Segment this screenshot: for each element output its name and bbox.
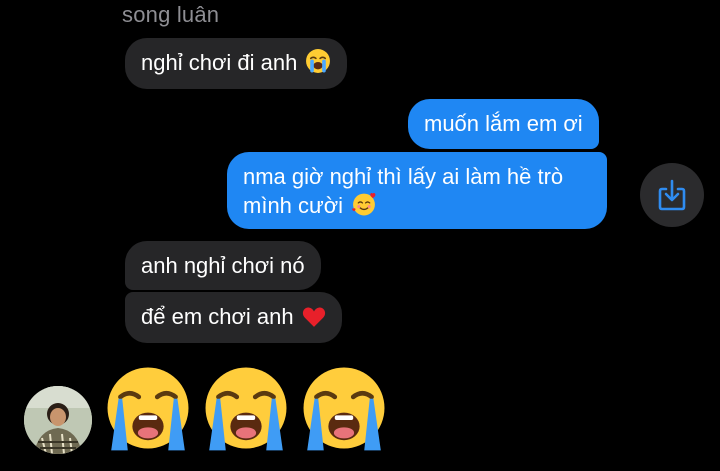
big-emoji-message[interactable] bbox=[102, 362, 390, 454]
loudly-crying-face-icon bbox=[205, 367, 287, 451]
message-bubble-incoming[interactable]: để em chơi anh bbox=[125, 292, 342, 343]
loudly-crying-face-icon bbox=[306, 49, 331, 73]
loudly-crying-face-icon bbox=[303, 367, 385, 451]
message-text: muốn lắm em ơi bbox=[424, 111, 583, 136]
share-download-icon bbox=[658, 179, 686, 211]
message-text: nghỉ chơi đi anh bbox=[141, 50, 298, 75]
message-bubble-incoming[interactable]: anh nghỉ chơi nó bbox=[125, 241, 321, 290]
chat-screen: song luân nghỉ chơi đi anh muốn lắm em ơ… bbox=[0, 0, 720, 471]
message-text: anh nghỉ chơi nó bbox=[141, 253, 305, 278]
message-bubble-outgoing[interactable]: muốn lắm em ơi bbox=[408, 99, 599, 149]
message-text: nma giờ nghỉ thì lấy ai làm hề trò mình … bbox=[243, 164, 564, 218]
avatar-image bbox=[24, 386, 92, 454]
message-bubble-incoming[interactable]: nghỉ chơi đi anh bbox=[125, 38, 348, 89]
smiling-face-with-hearts-icon bbox=[352, 192, 376, 216]
sender-name: song luân bbox=[122, 2, 220, 27]
message-bubble-outgoing[interactable]: nma giờ nghỉ thì lấy ai làm hề trò mình … bbox=[227, 152, 607, 229]
loudly-crying-face-icon bbox=[107, 367, 189, 451]
share-button[interactable] bbox=[640, 163, 704, 227]
contact-avatar[interactable] bbox=[24, 386, 92, 454]
message-text: để em chơi anh bbox=[141, 304, 294, 329]
red-heart-icon bbox=[302, 307, 325, 327]
